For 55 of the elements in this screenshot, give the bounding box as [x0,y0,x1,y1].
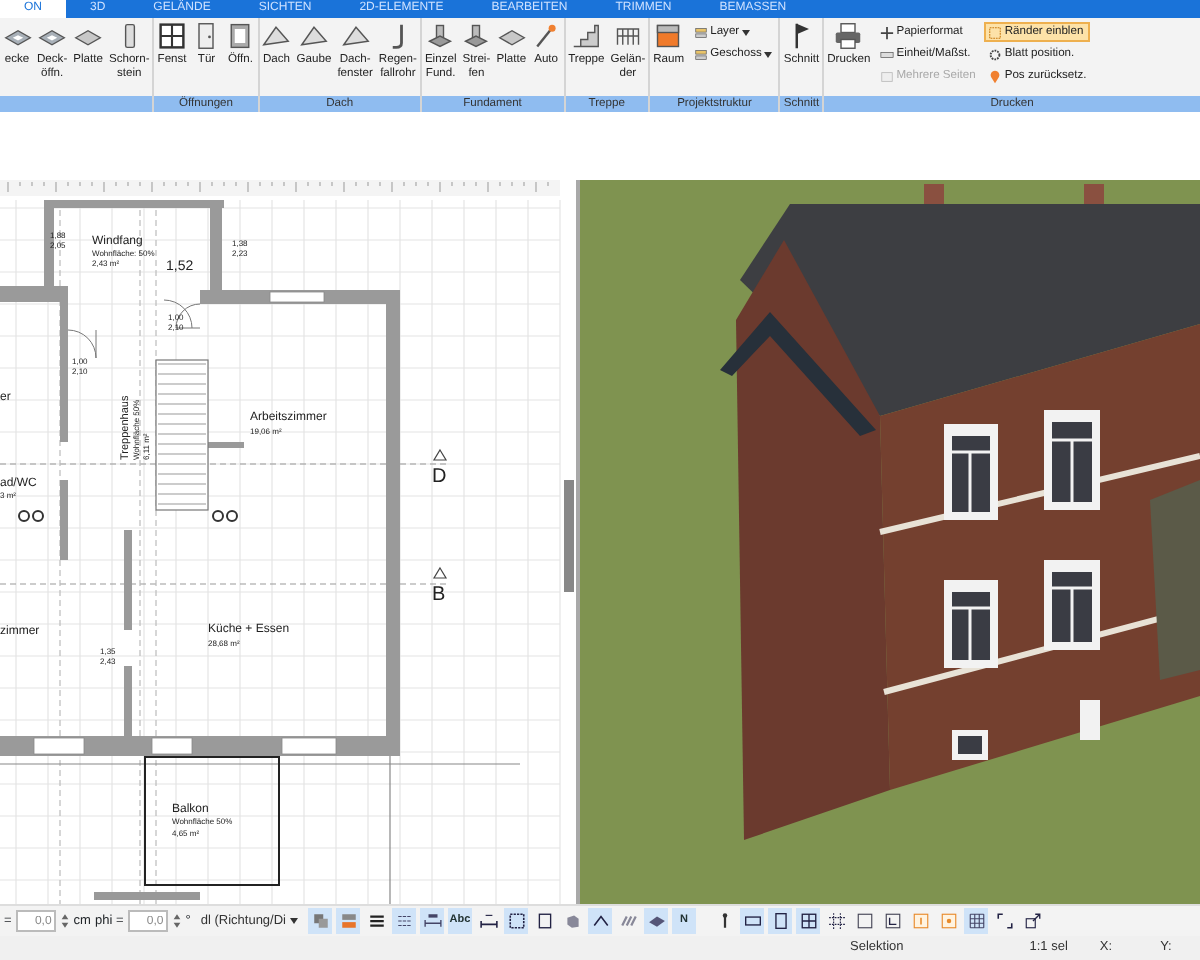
rectangle-icon [883,912,901,930]
toilet-icon [212,510,238,522]
stack-icon [339,912,357,930]
rectangle-icon [535,912,553,930]
section-marker-icon [432,448,448,461]
toolbar-button[interactable] [740,908,764,934]
toolbar-button[interactable] [392,908,416,934]
grid-icon [827,912,845,930]
toolbar-button[interactable] [768,908,792,934]
rectangle-icon [939,912,957,930]
angle-icon [591,912,609,930]
grid-icon [967,912,985,930]
pages-icon [879,69,894,83]
caret-icon [290,918,298,924]
foundation-icon [426,22,455,50]
frame-icon [507,912,525,930]
plan-label: D [432,466,447,488]
move-icon [879,25,894,39]
rectangle-icon [855,912,873,930]
toolbar-button[interactable] [992,908,1016,934]
rectangle-icon [911,912,929,930]
toolbar-button[interactable] [504,908,528,934]
resize-icon [1023,912,1041,930]
measure-icon [479,912,497,930]
balcony-outline [144,756,280,886]
grid-icon [799,912,817,930]
toolbar-button[interactable] [1020,908,1044,934]
cube-icon [563,912,581,930]
dimension-icon [423,912,441,930]
toolbar-button[interactable] [420,908,444,934]
toolbar-button[interactable] [588,908,612,934]
pin-icon [987,69,1002,83]
scrollbar[interactable] [564,480,574,592]
margins-icon [987,25,1002,39]
lines-icon [367,912,385,930]
layers-icon [311,912,329,930]
railing-icon [613,22,642,50]
gear-icon [987,47,1002,61]
list-icon [395,912,413,930]
scrollbar[interactable] [94,892,200,900]
toolbar-button[interactable] [824,908,848,934]
toilet-icon [18,510,44,522]
hatch-icon [619,912,637,930]
roof-icon [299,22,328,50]
corner-icon [995,912,1013,930]
plan-label: B [432,584,446,606]
toolbar-button[interactable] [796,908,820,934]
foundation-icon [462,22,491,50]
roof-icon [341,22,370,50]
section-marker-icon [432,566,448,579]
toolbar-button[interactable] [880,908,904,934]
wand-icon [532,22,561,50]
stair-icon [572,22,601,50]
slab-icon [647,912,665,930]
room-icon [654,22,683,50]
